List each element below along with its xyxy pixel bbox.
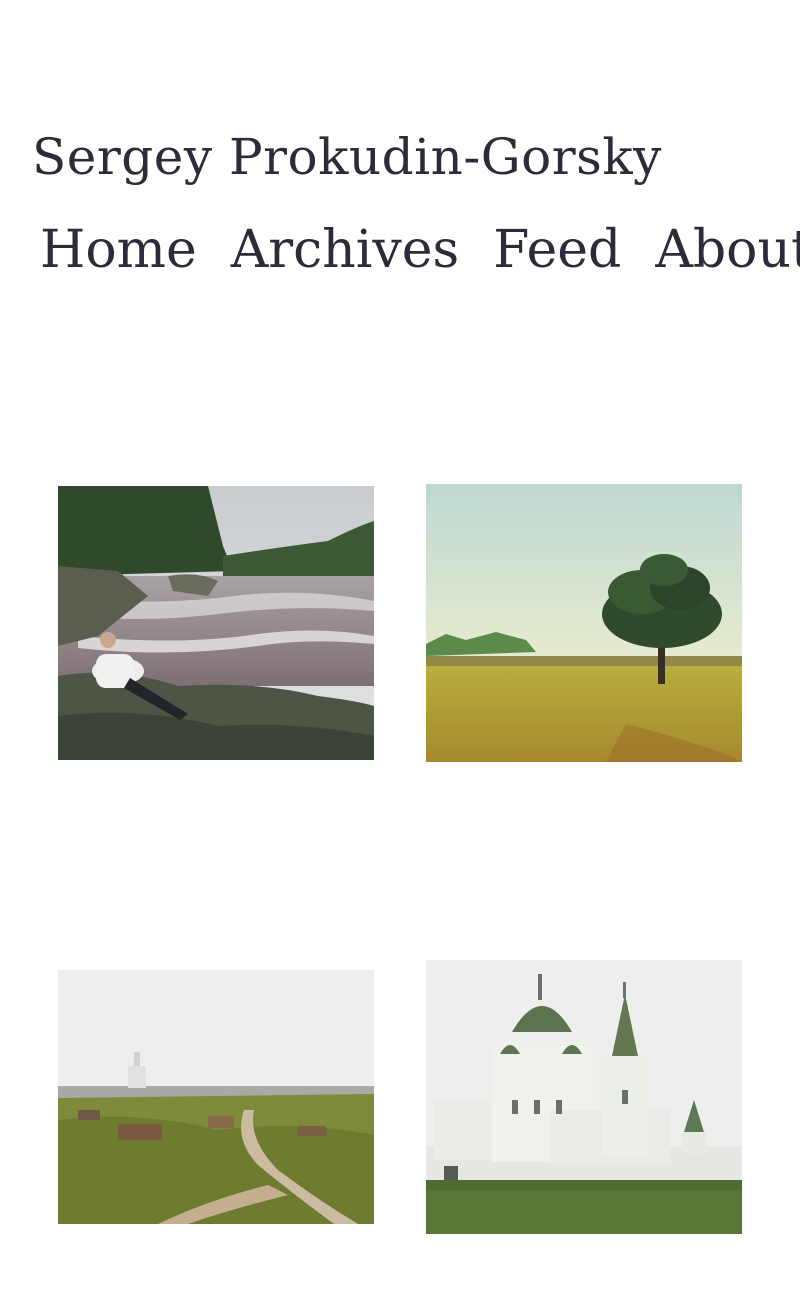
- photo-lone-tree[interactable]: [426, 484, 742, 762]
- lone-tree-image: [426, 484, 742, 762]
- nav-feed-link[interactable]: Feed: [493, 220, 621, 280]
- river-rapids-image: [58, 486, 374, 760]
- nav-home-link[interactable]: Home: [40, 220, 197, 280]
- photo-river-rapids[interactable]: [58, 486, 374, 760]
- nav-archives-link[interactable]: Archives: [231, 220, 460, 280]
- photo-town-valley[interactable]: [58, 970, 374, 1224]
- main-nav: Home Archives Feed About: [40, 220, 800, 280]
- photo-monastery[interactable]: [426, 960, 742, 1234]
- site-title[interactable]: Sergey Prokudin-Gorsky: [32, 128, 662, 186]
- town-valley-image: [58, 970, 374, 1224]
- monastery-image: [426, 960, 742, 1234]
- nav-about-link[interactable]: About: [655, 220, 800, 280]
